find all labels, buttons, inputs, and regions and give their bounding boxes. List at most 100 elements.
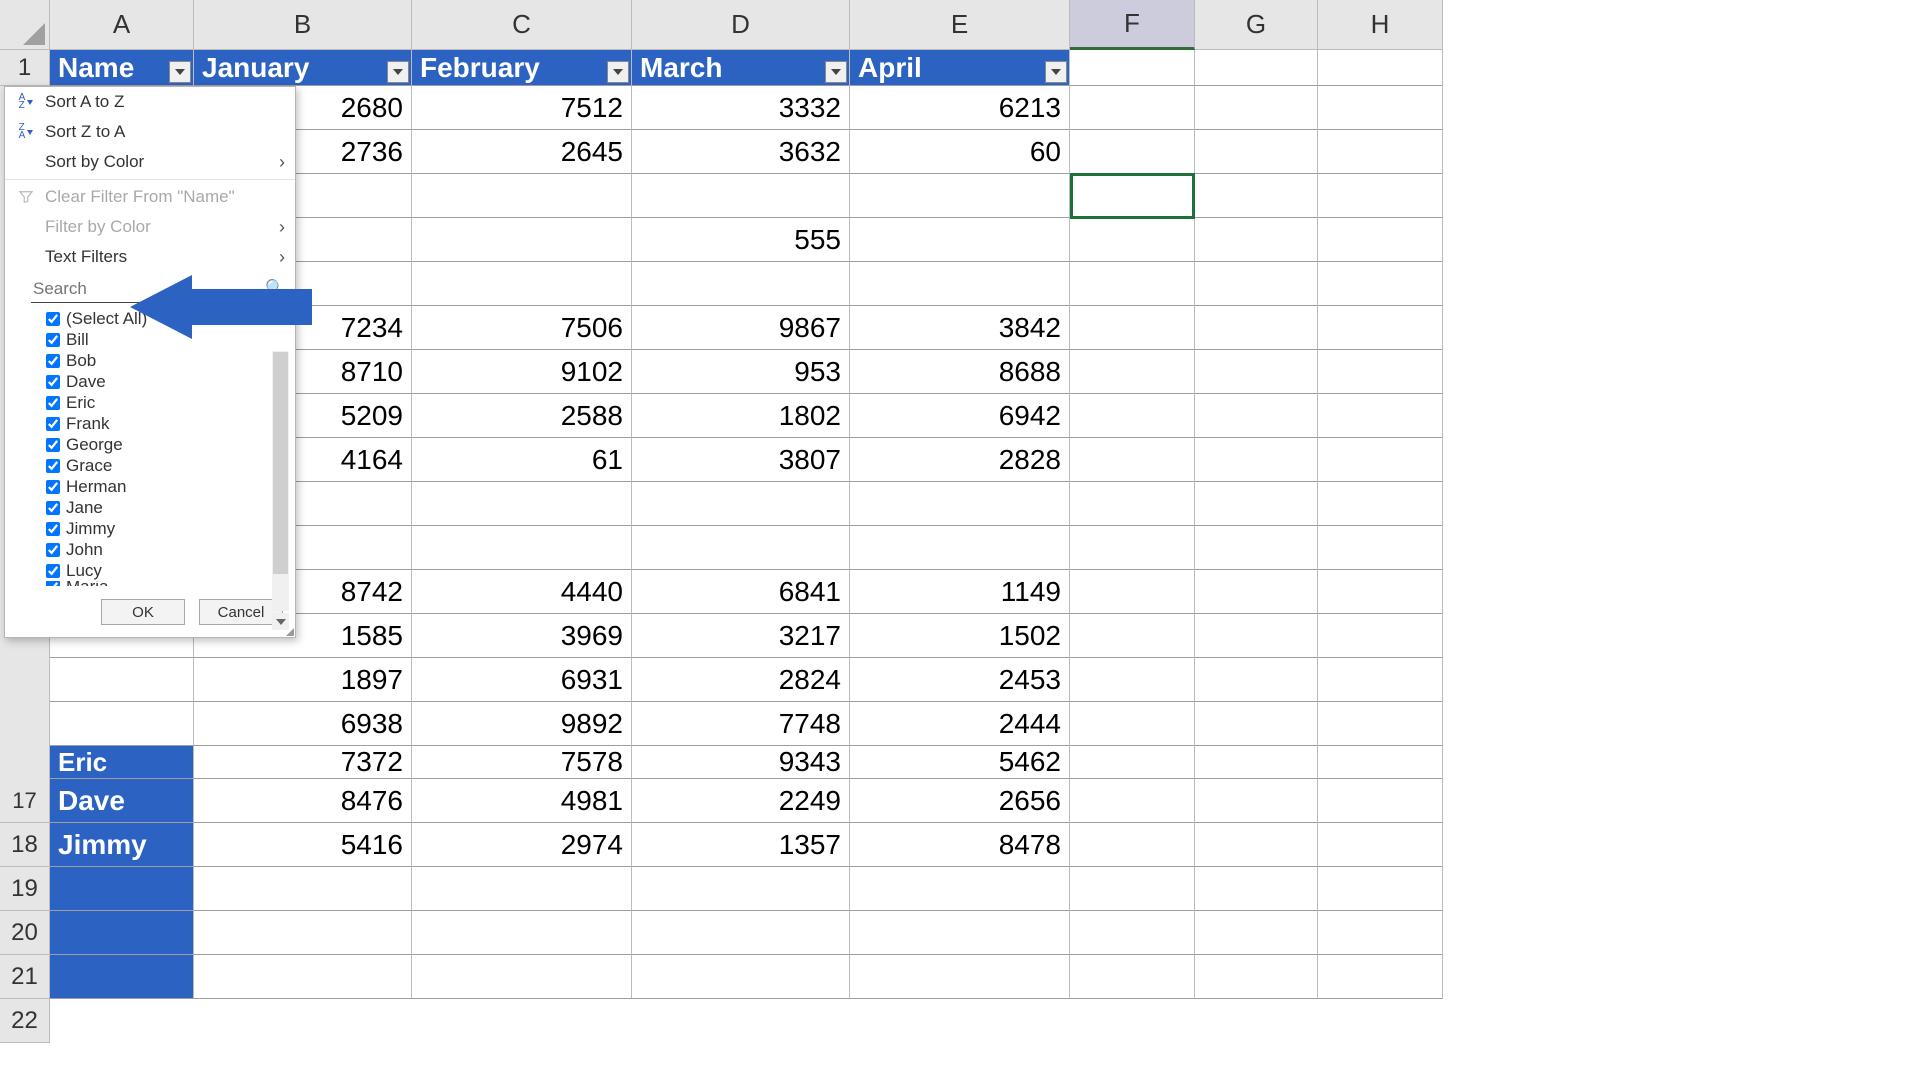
- filter-check-item[interactable]: Frank: [46, 413, 286, 434]
- cell-A22[interactable]: [50, 955, 194, 999]
- cell[interactable]: 60: [850, 130, 1070, 174]
- filter-check-item[interactable]: Lucy: [46, 560, 286, 581]
- filter-check-item[interactable]: Eric: [46, 392, 286, 413]
- cell-D21[interactable]: [632, 911, 850, 955]
- cell[interactable]: [1070, 394, 1195, 438]
- cell[interactable]: [1318, 570, 1443, 614]
- cell[interactable]: 2444: [850, 702, 1070, 746]
- scrollbar-thumb[interactable]: [273, 352, 288, 574]
- cell[interactable]: [412, 526, 632, 570]
- filter-check-item[interactable]: Grace: [46, 455, 286, 476]
- filter-checkbox[interactable]: [46, 417, 60, 431]
- cell-F19[interactable]: [1070, 823, 1195, 867]
- cell[interactable]: [1318, 482, 1443, 526]
- cell[interactable]: [1070, 86, 1195, 130]
- cell[interactable]: [1318, 130, 1443, 174]
- cell-D20[interactable]: [632, 867, 850, 911]
- cell[interactable]: [412, 482, 632, 526]
- cell[interactable]: 2824: [632, 658, 850, 702]
- cell-G17[interactable]: [1195, 746, 1318, 779]
- cell[interactable]: [1318, 526, 1443, 570]
- cell[interactable]: [1318, 438, 1443, 482]
- cell[interactable]: [1195, 702, 1318, 746]
- cell[interactable]: [1195, 614, 1318, 658]
- cell[interactable]: 3842: [850, 306, 1070, 350]
- cell[interactable]: 3807: [632, 438, 850, 482]
- cell[interactable]: [1195, 306, 1318, 350]
- cell[interactable]: [1070, 350, 1195, 394]
- cell[interactable]: [850, 218, 1070, 262]
- header-name[interactable]: Name: [50, 50, 194, 86]
- cell-H17[interactable]: [1318, 746, 1443, 779]
- cell[interactable]: [1318, 218, 1443, 262]
- filter-checkbox[interactable]: [46, 522, 60, 536]
- cell-C20[interactable]: [412, 867, 632, 911]
- cell[interactable]: [1070, 614, 1195, 658]
- cell-G19[interactable]: [1195, 823, 1318, 867]
- cell-D22[interactable]: [632, 955, 850, 999]
- cell[interactable]: 555: [632, 218, 850, 262]
- filter-check-item[interactable]: George: [46, 434, 286, 455]
- col-header-F[interactable]: F: [1070, 0, 1195, 50]
- filter-checkbox[interactable]: [46, 543, 60, 557]
- cell[interactable]: 61: [412, 438, 632, 482]
- cell[interactable]: 6931: [412, 658, 632, 702]
- cell-name-18[interactable]: Dave: [50, 779, 194, 823]
- filter-checkbox[interactable]: [46, 581, 60, 587]
- col-header-G[interactable]: G: [1195, 0, 1318, 50]
- cell[interactable]: 2645: [412, 130, 632, 174]
- cell[interactable]: 3217: [632, 614, 850, 658]
- cell-name-17[interactable]: Eric: [50, 746, 194, 779]
- cell[interactable]: [1195, 482, 1318, 526]
- filter-check-item[interactable]: Jimmy: [46, 518, 286, 539]
- filter-checkbox[interactable]: [46, 480, 60, 494]
- cell[interactable]: 3632: [632, 130, 850, 174]
- cell[interactable]: [1070, 262, 1195, 306]
- cell[interactable]: 6841: [632, 570, 850, 614]
- cell[interactable]: [412, 262, 632, 306]
- row-header-18[interactable]: 18: [0, 823, 50, 867]
- select-all-corner[interactable]: [0, 0, 50, 50]
- cell[interactable]: [850, 262, 1070, 306]
- filter-checkbox[interactable]: [46, 438, 60, 452]
- filter-check-item[interactable]: Dave: [46, 371, 286, 392]
- cancel-button[interactable]: Cancel: [199, 599, 283, 625]
- resize-grip-icon[interactable]: [285, 627, 295, 637]
- cell[interactable]: [1318, 394, 1443, 438]
- cell-A21[interactable]: [50, 911, 194, 955]
- filter-check-item[interactable]: Maria: [46, 581, 286, 587]
- row-header-17[interactable]: 17: [0, 779, 50, 823]
- cell-E19[interactable]: 8478: [850, 823, 1070, 867]
- filter-check-item[interactable]: John: [46, 539, 286, 560]
- cell-H19[interactable]: [1318, 823, 1443, 867]
- cell[interactable]: [1318, 262, 1443, 306]
- sort-a-to-z[interactable]: AZ Sort A to Z: [5, 87, 295, 117]
- cell[interactable]: 1802: [632, 394, 850, 438]
- header-february[interactable]: February: [412, 50, 632, 86]
- cell-D17[interactable]: 9343: [632, 746, 850, 779]
- cell[interactable]: [1195, 130, 1318, 174]
- sort-by-color[interactable]: Sort by Color ›: [5, 147, 295, 177]
- cell[interactable]: [1318, 86, 1443, 130]
- cell[interactable]: [1318, 658, 1443, 702]
- cell[interactable]: 2828: [850, 438, 1070, 482]
- cell-E18[interactable]: 2656: [850, 779, 1070, 823]
- cell-C21[interactable]: [412, 911, 632, 955]
- cell[interactable]: 3332: [632, 86, 850, 130]
- sort-z-to-a[interactable]: ZA Sort Z to A: [5, 117, 295, 147]
- cell[interactable]: [850, 174, 1070, 218]
- row-header-21[interactable]: 21: [0, 955, 50, 999]
- cell[interactable]: 2453: [850, 658, 1070, 702]
- cell[interactable]: [412, 218, 632, 262]
- cell[interactable]: [1195, 438, 1318, 482]
- filter-values-list[interactable]: (Select All)BillBobDaveEricFrankGeorgeGr…: [45, 307, 287, 587]
- filter-checkbox[interactable]: [46, 501, 60, 515]
- filter-checkbox[interactable]: [46, 396, 60, 410]
- cell-F1[interactable]: [1070, 50, 1195, 86]
- cell-H22[interactable]: [1318, 955, 1443, 999]
- cell[interactable]: 6938: [194, 702, 412, 746]
- cell-H20[interactable]: [1318, 867, 1443, 911]
- cell[interactable]: 1502: [850, 614, 1070, 658]
- cell[interactable]: [1195, 218, 1318, 262]
- header-april[interactable]: April: [850, 50, 1070, 86]
